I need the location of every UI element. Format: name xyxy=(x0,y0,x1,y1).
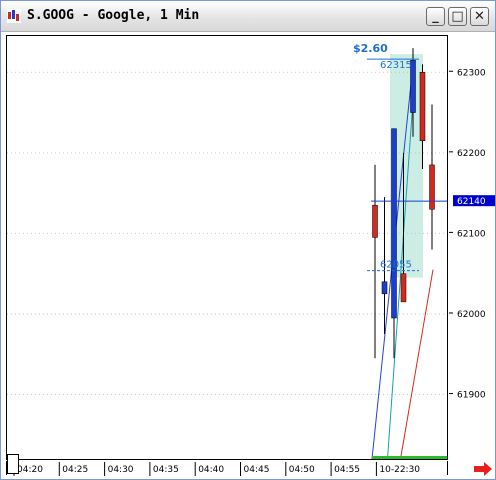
time-tick-label: 04:30 xyxy=(108,465,134,475)
price-axis-labels: 62300 62200 62100 62000 61900 62140 xyxy=(449,68,495,401)
time-tick-label: 04:25 xyxy=(62,465,88,475)
gridlines xyxy=(7,71,447,396)
title-bar[interactable]: S.GOOG - Google, 1 Min _ □ ✕ xyxy=(1,1,495,32)
session-bar xyxy=(372,456,447,459)
chart-window: S.GOOG - Google, 1 Min _ □ ✕ $2.60 62315… xyxy=(0,0,496,480)
time-tick-label: 04:20 xyxy=(17,465,43,475)
session-marker xyxy=(372,456,447,459)
close-icon: ✕ xyxy=(474,9,485,24)
time-tick-label: 04:35 xyxy=(153,465,179,475)
close-button[interactable]: ✕ xyxy=(470,7,489,26)
current-price-label: 62140 xyxy=(457,197,486,207)
candle-body xyxy=(372,204,378,238)
time-tick-label: 04:45 xyxy=(244,465,270,475)
candle-body xyxy=(400,273,407,303)
minimize-button[interactable]: _ xyxy=(426,7,445,26)
candlestick-chart: $2.60 62315 62055 xyxy=(7,42,447,460)
price-tick-label: 62100 xyxy=(457,229,486,239)
time-tick-label: 04:55 xyxy=(334,465,360,475)
candle-body xyxy=(391,128,397,319)
price-tick-label: 61900 xyxy=(457,391,486,401)
maximize-icon: □ xyxy=(451,9,464,24)
range-low-label: 62055 xyxy=(380,260,412,271)
range-high-label: 62315 xyxy=(380,60,412,71)
candle-body xyxy=(381,281,388,295)
time-axis[interactable]: 04:20 04:25 04:30 04:35 04:40 04:45 04:50 04:55… xyxy=(6,461,448,476)
scroll-right-arrow-icon[interactable] xyxy=(472,461,494,477)
price-axis[interactable]: 62300 62200 62100 62000 61900 62140 xyxy=(449,35,495,460)
price-tick-label: 62300 xyxy=(457,68,486,78)
candle-body xyxy=(419,72,426,141)
time-tick-label: 10-22:30 xyxy=(379,465,420,475)
price-change-label: $2.60 xyxy=(353,42,388,55)
minimize-icon: _ xyxy=(432,9,439,24)
time-axis-labels: 04:20 04:25 04:30 04:35 04:40 04:45 04:50 04:55… xyxy=(13,462,420,476)
price-tick-label: 62000 xyxy=(457,310,486,320)
time-tick-label: 04:50 xyxy=(289,465,315,475)
window-title: S.GOOG - Google, 1 Min xyxy=(27,8,200,23)
scroll-handle[interactable] xyxy=(7,454,19,474)
chart-plot-area[interactable]: $2.60 62315 62055 xyxy=(6,35,448,460)
price-tick-label: 62200 xyxy=(457,149,486,159)
time-tick-label: 04:40 xyxy=(198,465,224,475)
candle-body xyxy=(429,164,435,210)
chart-app-icon xyxy=(7,9,21,23)
maximize-button[interactable]: □ xyxy=(448,7,467,26)
